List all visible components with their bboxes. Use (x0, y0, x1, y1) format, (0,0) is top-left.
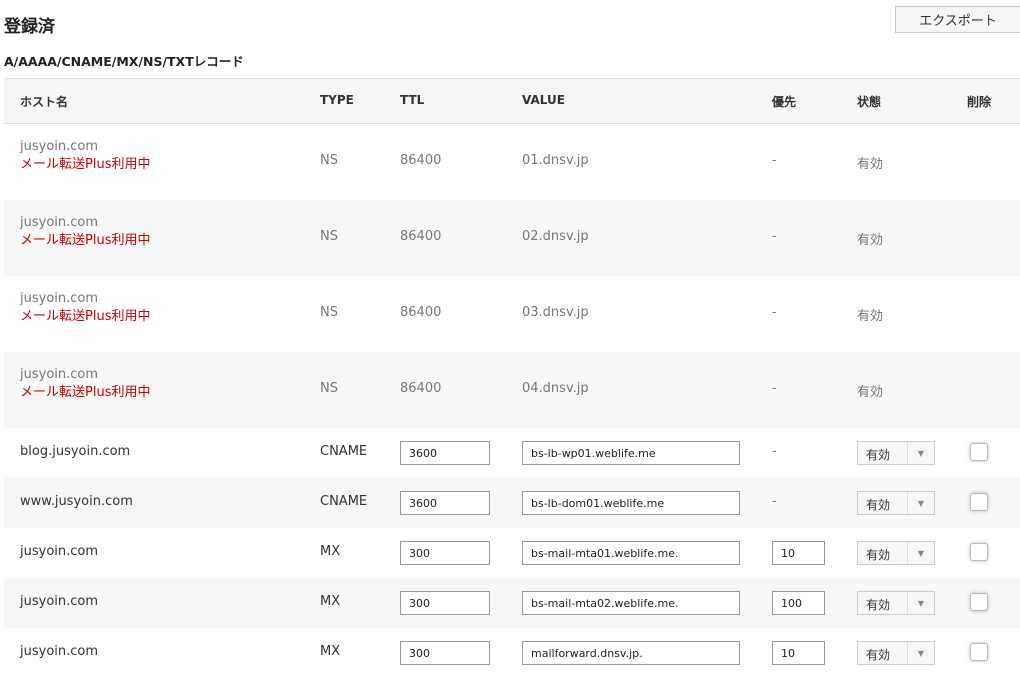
host-name: jusyoin.com (20, 367, 99, 382)
type-cell: CNAME (320, 444, 368, 459)
value-cell: 01.dnsv.jp (522, 153, 589, 168)
host-cell: jusyoin.com メール転送Plus利用中 (20, 366, 150, 402)
section-subtitle: A/AAAA/CNAME/MX/NS/TXTレコード (4, 54, 244, 69)
delete-checkbox[interactable] (970, 643, 988, 661)
col-ttl: TTL (400, 93, 425, 107)
table-row: jusyoin.com MX 300 mailforward.dnsv.jp. … (4, 628, 1020, 678)
value-input[interactable]: bs-mail-mta02.weblife.me. (522, 591, 740, 615)
status-select[interactable]: 有効 ▼ (857, 591, 935, 615)
ttl-cell: 86400 (400, 153, 442, 168)
value-cell: 02.dnsv.jp (522, 229, 589, 244)
table-row: jusyoin.com メール転送Plus利用中 NS 86400 03.dns… (4, 276, 1020, 352)
delete-checkbox[interactable] (970, 493, 988, 511)
value-input[interactable]: mailforward.dnsv.jp. (522, 641, 740, 665)
dns-records-table: ホスト名 TYPE TTL VALUE 優先 状態 削除 jusyoin.com… (4, 78, 1020, 678)
delete-checkbox[interactable] (970, 543, 988, 561)
priority-input[interactable]: 100 (772, 591, 825, 615)
priority-cell: - (772, 381, 777, 396)
host-cell: www.jusyoin.com (20, 494, 133, 509)
priority-cell: - (772, 229, 777, 244)
host-name: jusyoin.com (20, 139, 99, 154)
status-select-value: 有効 (866, 448, 891, 462)
ttl-input[interactable]: 300 (400, 641, 490, 665)
ttl-cell: 86400 (400, 305, 442, 320)
delete-checkbox[interactable] (970, 443, 988, 461)
value-cell: 03.dnsv.jp (522, 305, 589, 320)
col-delete: 削除 (967, 95, 992, 109)
type-cell: CNAME (320, 494, 368, 509)
host-name: jusyoin.com (20, 215, 99, 230)
type-cell: NS (320, 229, 338, 244)
ttl-input[interactable]: 3600 (400, 491, 490, 515)
host-cell: jusyoin.com メール転送Plus利用中 (20, 290, 150, 326)
col-value: VALUE (522, 93, 565, 107)
table-row: blog.jusyoin.com CNAME 3600 bs-lb-wp01.w… (4, 428, 1020, 478)
host-cell: blog.jusyoin.com (20, 444, 131, 459)
value-cell: 04.dnsv.jp (522, 381, 589, 396)
ttl-input[interactable]: 3600 (400, 441, 490, 465)
type-cell: MX (320, 594, 341, 609)
status-cell: 有効 (857, 157, 884, 172)
type-cell: NS (320, 153, 338, 168)
status-select-value: 有効 (866, 548, 891, 562)
mail-forward-note: メール転送Plus利用中 (20, 385, 151, 400)
ttl-cell: 86400 (400, 229, 442, 244)
value-input[interactable]: bs-lb-dom01.weblife.me (522, 491, 740, 515)
status-select-value: 有効 (866, 648, 891, 662)
status-select[interactable]: 有効 ▼ (857, 441, 935, 465)
col-status: 状態 (857, 95, 882, 109)
table-row: jusyoin.com MX 300 bs-mail-mta02.weblife… (4, 578, 1020, 628)
status-cell: 有効 (857, 233, 884, 248)
host-cell: jusyoin.com (20, 544, 99, 559)
table-row: www.jusyoin.com CNAME 3600 bs-lb-dom01.w… (4, 478, 1020, 528)
table-row: jusyoin.com メール転送Plus利用中 NS 86400 01.dns… (4, 124, 1020, 200)
delete-checkbox[interactable] (970, 593, 988, 611)
ttl-input[interactable]: 300 (400, 541, 490, 565)
type-cell: MX (320, 644, 341, 659)
priority-input[interactable]: 10 (772, 641, 825, 665)
ttl-cell: 86400 (400, 381, 442, 396)
caret-down-icon: ▼ (907, 642, 934, 664)
export-button[interactable]: エクスポート (895, 6, 1020, 33)
status-select[interactable]: 有効 ▼ (857, 641, 935, 665)
table-header: ホスト名 TYPE TTL VALUE 優先 状態 削除 (4, 78, 1020, 124)
table-row: jusyoin.com メール転送Plus利用中 NS 86400 04.dns… (4, 352, 1020, 428)
caret-down-icon: ▼ (907, 492, 934, 514)
status-cell: 有効 (857, 385, 884, 400)
status-select-value: 有効 (866, 498, 891, 512)
col-type: TYPE (320, 93, 354, 107)
status-cell: 有効 (857, 309, 884, 324)
page-title: 登録済 (4, 17, 55, 37)
value-input[interactable]: bs-mail-mta01.weblife.me. (522, 541, 740, 565)
ttl-input[interactable]: 300 (400, 591, 490, 615)
host-name: jusyoin.com (20, 291, 99, 306)
table-row: jusyoin.com MX 300 bs-mail-mta01.weblife… (4, 528, 1020, 578)
mail-forward-note: メール転送Plus利用中 (20, 233, 151, 248)
host-cell: jusyoin.com (20, 594, 99, 609)
mail-forward-note: メール転送Plus利用中 (20, 157, 151, 172)
priority-cell: - (772, 444, 777, 459)
caret-down-icon: ▼ (907, 592, 934, 614)
type-cell: NS (320, 305, 338, 320)
type-cell: MX (320, 544, 341, 559)
caret-down-icon: ▼ (907, 542, 934, 564)
host-cell: jusyoin.com メール転送Plus利用中 (20, 214, 150, 250)
host-cell: jusyoin.com メール転送Plus利用中 (20, 138, 150, 174)
priority-input[interactable]: 10 (772, 541, 825, 565)
value-input[interactable]: bs-lb-wp01.weblife.me (522, 441, 740, 465)
mail-forward-note: メール転送Plus利用中 (20, 309, 151, 324)
status-select-value: 有効 (866, 598, 891, 612)
host-cell: jusyoin.com (20, 644, 99, 659)
status-select[interactable]: 有効 ▼ (857, 491, 935, 515)
col-priority: 優先 (772, 95, 797, 109)
type-cell: NS (320, 381, 338, 396)
table-row: jusyoin.com メール転送Plus利用中 NS 86400 02.dns… (4, 200, 1020, 276)
caret-down-icon: ▼ (907, 442, 934, 464)
col-host: ホスト名 (20, 95, 69, 109)
status-select[interactable]: 有効 ▼ (857, 541, 935, 565)
priority-cell: - (772, 305, 777, 320)
priority-cell: - (772, 153, 777, 168)
priority-cell: - (772, 494, 777, 509)
